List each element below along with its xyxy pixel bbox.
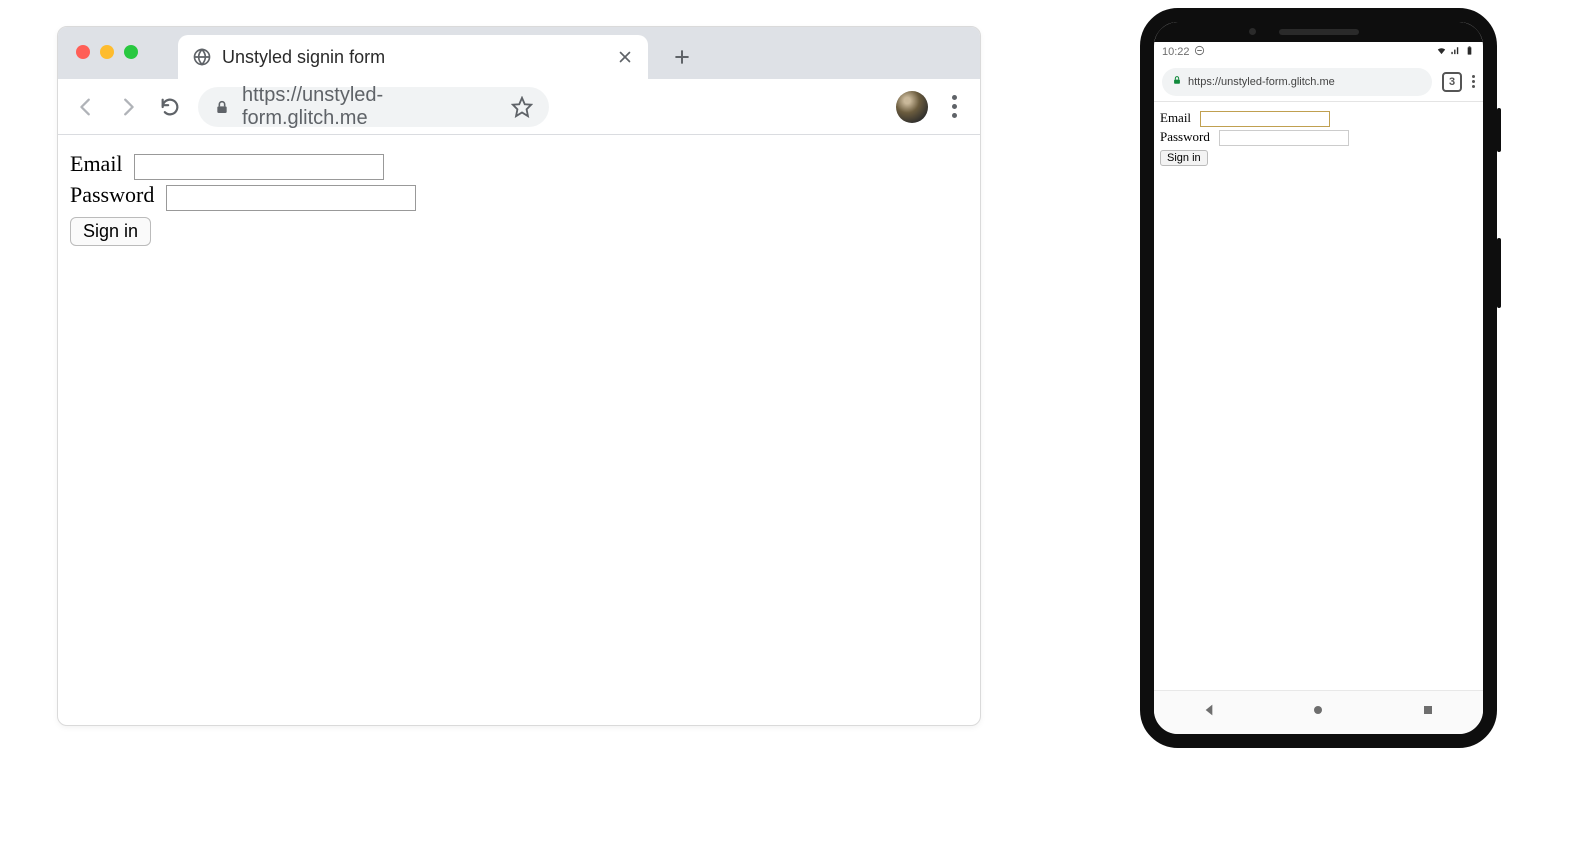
do-not-disturb-icon (1194, 45, 1205, 59)
forward-button[interactable] (114, 93, 142, 121)
mobile-browser-toolbar: https://unstyled-form.glitch.me 3 (1154, 62, 1483, 102)
mobile-password-label: Password (1160, 129, 1210, 144)
browser-tab[interactable]: Unstyled signin form (178, 35, 648, 79)
signin-button[interactable]: Sign in (70, 217, 151, 246)
mobile-email-input[interactable] (1200, 111, 1330, 127)
lock-icon (214, 98, 230, 116)
globe-icon (192, 47, 212, 67)
email-row: Email (70, 151, 968, 180)
mobile-email-label: Email (1160, 110, 1191, 125)
close-window-button[interactable] (76, 45, 90, 59)
tab-strip: Unstyled signin form (58, 27, 980, 79)
android-home-icon[interactable] (1310, 702, 1326, 723)
phone-power-button (1497, 108, 1501, 152)
maximize-window-button[interactable] (124, 45, 138, 59)
mobile-signin-button[interactable]: Sign in (1160, 150, 1208, 166)
password-row: Password (70, 182, 968, 211)
battery-icon (1464, 45, 1475, 59)
browser-menu-button[interactable] (942, 95, 966, 118)
mobile-url-text: https://unstyled-form.glitch.me (1188, 76, 1422, 88)
reload-button[interactable] (156, 93, 184, 121)
form-actions: Sign in (70, 217, 968, 246)
bookmark-star-icon[interactable] (511, 96, 533, 118)
phone-top-bezel (1154, 22, 1483, 42)
phone-speaker (1279, 29, 1359, 35)
lock-icon (1172, 74, 1182, 89)
android-navigation-bar (1154, 690, 1483, 734)
new-tab-button[interactable] (666, 41, 698, 73)
minimize-window-button[interactable] (100, 45, 114, 59)
android-recents-icon[interactable] (1420, 702, 1436, 723)
android-back-icon[interactable] (1201, 702, 1217, 723)
mobile-menu-button[interactable] (1472, 75, 1475, 88)
page-viewport: Email Password Sign in (58, 135, 980, 260)
mobile-signin-form: Email Password Sign in (1160, 110, 1477, 166)
signin-form: Email Password Sign in (70, 151, 968, 246)
tab-title: Unstyled signin form (222, 47, 606, 68)
mobile-form-actions: Sign in (1160, 149, 1477, 166)
mobile-address-bar[interactable]: https://unstyled-form.glitch.me (1162, 68, 1432, 96)
back-button[interactable] (72, 93, 100, 121)
mobile-device: 10:22 (1140, 8, 1497, 748)
status-time: 10:22 (1162, 46, 1190, 58)
wifi-icon (1436, 45, 1447, 59)
tab-switcher-button[interactable]: 3 (1442, 72, 1462, 92)
signal-icon (1450, 45, 1461, 59)
password-label: Password (70, 182, 154, 207)
address-bar[interactable]: https://unstyled-form.glitch.me (198, 87, 549, 127)
phone-frame: 10:22 (1140, 8, 1497, 748)
desktop-browser-window: Unstyled signin form (57, 26, 981, 726)
window-controls (58, 45, 138, 59)
mobile-email-row: Email (1160, 110, 1477, 127)
url-text: https://unstyled-form.glitch.me (242, 84, 499, 130)
email-input[interactable] (134, 154, 384, 180)
close-tab-button[interactable] (616, 48, 634, 66)
browser-toolbar: https://unstyled-form.glitch.me (58, 79, 980, 135)
phone-camera (1249, 28, 1256, 35)
password-input[interactable] (166, 185, 416, 211)
mobile-page-viewport: Email Password Sign in (1154, 102, 1483, 172)
mobile-password-input[interactable] (1219, 130, 1349, 146)
mobile-password-row: Password (1160, 129, 1477, 146)
android-status-bar: 10:22 (1154, 42, 1483, 62)
email-label: Email (70, 151, 123, 176)
profile-avatar[interactable] (896, 91, 928, 123)
phone-volume-button (1497, 238, 1501, 308)
